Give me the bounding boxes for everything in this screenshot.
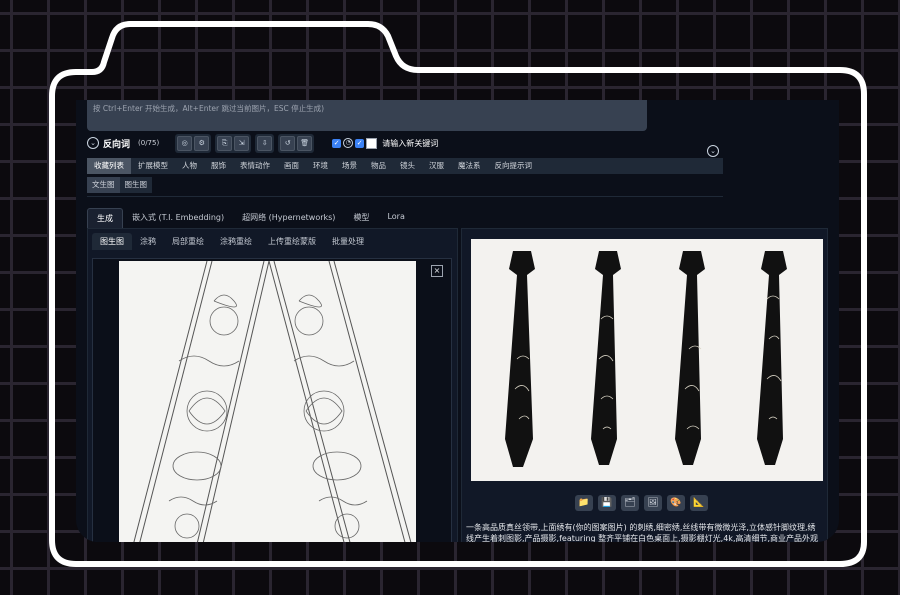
uploaded-pattern-image: [119, 260, 416, 542]
input-panel: 图生图 涂鸦 局部重绘 涂鸦重绘 上传重绘蒙版 批量处理 ×: [87, 228, 458, 542]
folder-icon[interactable]: 📁: [575, 495, 593, 511]
subtab-img2img[interactable]: 图生图: [120, 177, 153, 193]
tab-generate[interactable]: 生成: [87, 208, 123, 228]
checkbox-empty[interactable]: [366, 137, 378, 149]
image-upload-area[interactable]: ×: [92, 258, 452, 542]
prompt-input[interactable]: 按 Ctrl+Enter 开始生成，Alt+Enter 跳过当前图片，ESC 停…: [87, 100, 647, 131]
circle-icon[interactable]: ◎: [177, 135, 193, 151]
tag-tab[interactable]: 汉服: [422, 158, 451, 174]
button-group-4: ↺ 🗑: [278, 133, 315, 153]
main-tabs: 生成 嵌入式 (T.I. Embedding) 超网络 (Hypernetwor…: [87, 208, 414, 228]
tab-embedding[interactable]: 嵌入式 (T.I. Embedding): [123, 208, 233, 228]
tag-tab[interactable]: 人物: [175, 158, 204, 174]
button-group-3: ⇩: [255, 133, 275, 153]
tab-img2img[interactable]: 图生图: [92, 233, 132, 250]
zip-icon[interactable]: 🗂: [621, 495, 639, 511]
tab-hypernetworks[interactable]: 超网络 (Hypernetworks): [233, 208, 344, 228]
token-count: (0/75): [138, 139, 160, 147]
tag-tab[interactable]: 服饰: [204, 158, 233, 174]
tag-tab[interactable]: 画面: [277, 158, 306, 174]
tab-inpaint-sketch[interactable]: 涂鸦重绘: [212, 233, 260, 250]
keyword-controls: ✓ ◔ ✓ 请输入新关键词: [332, 137, 438, 149]
image-icon[interactable]: 🖼: [644, 495, 662, 511]
ruler-icon[interactable]: 📐: [690, 495, 708, 511]
button-group-1: ◎ ⚙: [175, 133, 212, 153]
output-toolbar: 📁 💾 🗂 🖼 🎨 📐: [575, 495, 708, 511]
tab-model[interactable]: 模型: [344, 208, 378, 228]
webui-window: 按 Ctrl+Enter 开始生成，Alt+Enter 跳过当前图片，ESC 停…: [76, 100, 839, 542]
keyword-input[interactable]: 请输入新关键词: [382, 138, 438, 149]
tab-inpaint-upload[interactable]: 上传重绘蒙版: [260, 233, 324, 250]
tag-tab[interactable]: 环境: [306, 158, 335, 174]
image-subtabs: 图生图 涂鸦 局部重绘 涂鸦重绘 上传重绘蒙版 批量处理: [88, 229, 457, 250]
mode-subtabs: 文生图 图生图: [87, 177, 152, 193]
generated-ties-image: [471, 239, 823, 481]
tag-category-bar: 收藏列表 扩展模型 人物 服饰 表情动作 画面 环境 场景 物品 镜头 汉服 魔…: [87, 158, 723, 174]
generation-info-text: 一条高品质真丝领带,上面绣有(你的图案图片) 的刺绣,细密绣,丝线带有微微光泽,…: [466, 523, 819, 542]
negative-row: ⌄ 反向词 (0/75) ◎ ⚙ ⎘ ⇲ ⇩ ↺ 🗑 ✓ ◔ ✓ 请输入新关键词: [87, 133, 438, 153]
save-icon[interactable]: 💾: [598, 495, 616, 511]
tab-inpaint[interactable]: 局部重绘: [164, 233, 212, 250]
output-panel: 📁 💾 🗂 🖼 🎨 📐 一条高品质真丝领带,上面绣有(你的图案图片) 的刺绣,细…: [461, 228, 828, 542]
negative-label: 反向词: [103, 139, 131, 150]
paste-icon[interactable]: ⇩: [257, 135, 273, 151]
gear-icon[interactable]: ⚙: [194, 135, 210, 151]
export-icon[interactable]: ⇲: [234, 135, 250, 151]
tag-tab[interactable]: 物品: [364, 158, 393, 174]
close-icon[interactable]: ×: [431, 265, 443, 277]
collapse-chevron-icon[interactable]: ⌄: [87, 137, 99, 149]
palette-icon[interactable]: 🎨: [667, 495, 685, 511]
tab-lora[interactable]: Lora: [378, 208, 413, 228]
subtab-txt2img[interactable]: 文生图: [87, 177, 120, 193]
divider: [87, 196, 723, 197]
tag-tab[interactable]: 魔法系: [451, 158, 488, 174]
tag-tab[interactable]: 镜头: [393, 158, 422, 174]
tag-tab[interactable]: 扩展模型: [131, 158, 175, 174]
tab-batch[interactable]: 批量处理: [324, 233, 372, 250]
button-group-2: ⎘ ⇲: [215, 133, 252, 153]
history-icon[interactable]: ↺: [280, 135, 296, 151]
expand-chevron-icon[interactable]: ⌄: [707, 145, 719, 157]
tag-tab[interactable]: 表情动作: [233, 158, 277, 174]
tag-tab[interactable]: 反向提示词: [488, 158, 540, 174]
tag-tab[interactable]: 收藏列表: [87, 158, 131, 174]
clock-icon[interactable]: ◔: [343, 138, 354, 148]
checkbox-icon-2[interactable]: ✓: [355, 138, 365, 148]
checkbox-icon[interactable]: ✓: [332, 138, 342, 148]
tag-tab[interactable]: 场景: [335, 158, 364, 174]
tab-sketch[interactable]: 涂鸦: [132, 233, 164, 250]
trash-icon[interactable]: 🗑: [297, 135, 313, 151]
copy-icon[interactable]: ⎘: [217, 135, 233, 151]
